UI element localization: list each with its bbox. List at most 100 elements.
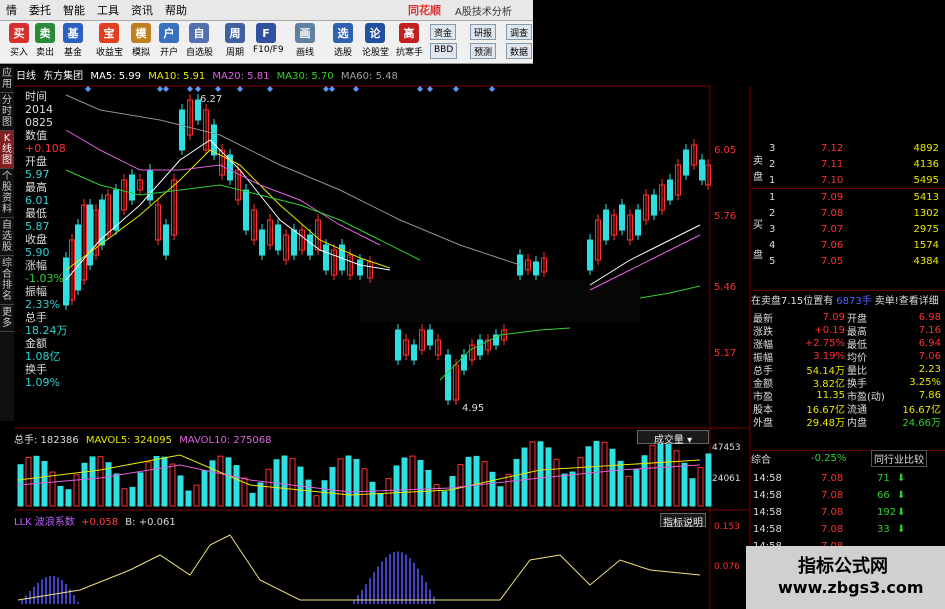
candlestick <box>275 224 281 251</box>
left-nav: 应用分时图K线图个股资料自选股综合排名更多 <box>0 66 14 421</box>
toolbar-button[interactable]: 自自选股 <box>186 23 213 58</box>
arrow-down-icon: ⬇ <box>897 490 906 501</box>
candlestick <box>445 354 451 401</box>
toolbar-button[interactable]: 模模拟 <box>128 23 154 58</box>
toolbar-button[interactable]: F F10/F9 <box>253 23 284 55</box>
volume-bar <box>201 470 208 507</box>
menu-item[interactable]: 帮助 <box>159 2 193 18</box>
arrow-down-icon: ⬇ <box>897 507 906 518</box>
llk-info: LLK 波浪系数 +0.058 B: +0.061 <box>14 513 176 528</box>
nav-tab[interactable]: 综合排名 <box>0 256 14 305</box>
toolbar-button[interactable]: 画画线 <box>292 23 318 58</box>
toolbar-button-label: 卖出 <box>35 48 54 58</box>
volume-bar <box>545 447 552 507</box>
buy-row[interactable]: 2 7.08 1302 <box>751 205 945 221</box>
menu-item[interactable]: 智能 <box>57 2 91 18</box>
signal-marker <box>237 86 243 92</box>
nav-tab-char: 图 <box>2 117 12 128</box>
candlestick <box>603 209 609 241</box>
toolbar-button-label: 收益宝 <box>96 48 124 58</box>
volume-bar <box>553 458 560 507</box>
price: 7.09 <box>821 191 844 203</box>
volume-bar <box>41 460 48 507</box>
volume-bar <box>593 440 600 507</box>
data-value: 1.08亿 <box>25 350 61 363</box>
toolbar-menu[interactable]: 研报 <box>470 24 497 40</box>
data-label: 总手 <box>25 311 47 324</box>
nav-tab[interactable]: 分时图 <box>0 93 14 131</box>
menu-item[interactable]: 委托 <box>23 2 57 18</box>
nav-tab-char: 图 <box>2 155 12 166</box>
volume-bar <box>209 460 216 507</box>
toolbar-menu[interactable]: 资金 <box>430 24 457 40</box>
nav-tab[interactable]: 自选股 <box>0 218 14 256</box>
trade-row: 14:58 7.08 33 ⬇ <box>751 521 945 538</box>
sell-row[interactable]: 3 7.12 4892 <box>751 140 945 156</box>
nav-tab-char: 更 <box>2 307 12 318</box>
candlestick <box>137 179 143 191</box>
volume-bar <box>289 458 296 507</box>
period-label[interactable]: 日线 <box>16 71 36 82</box>
toolbar-button[interactable]: 选选股 <box>330 23 356 58</box>
volume-bar <box>649 445 656 507</box>
toolbar-button[interactable]: 周周期 <box>222 23 248 58</box>
toolbar-menu[interactable]: 数据 <box>506 43 533 59</box>
indicator-dropdown[interactable]: 成交量 ▾ <box>637 430 709 446</box>
toolbar-button[interactable]: 宝收益宝 <box>96 23 124 58</box>
big-order-link[interactable]: 卖单!查看详细 <box>875 292 939 307</box>
volume-bar <box>153 455 160 507</box>
treasure-icon: 宝 <box>99 23 119 43</box>
trade-volume: 66 <box>877 490 890 501</box>
ma60-label: MA60: 5.48 <box>340 71 398 82</box>
toolbar-button[interactable]: 买买入 <box>6 23 32 58</box>
volume-bar <box>609 448 616 507</box>
candlestick <box>635 209 641 236</box>
volume-bar <box>497 486 504 507</box>
candlestick <box>339 244 345 271</box>
menu-item[interactable]: 资讯 <box>125 2 159 18</box>
sell-row[interactable]: 2 7.11 4136 <box>751 156 945 172</box>
toolbar-menu[interactable]: 调查 <box>506 24 533 40</box>
toolbar-button[interactable]: 论论股堂 <box>362 23 389 58</box>
toolbar-button[interactable]: 卖卖出 <box>32 23 58 58</box>
toolbar-button[interactable]: 基基金 <box>60 23 86 58</box>
candlestick <box>395 329 401 361</box>
toolbar-button[interactable]: 高抗寒手 <box>396 23 424 58</box>
buy-row[interactable]: 4 7.06 1574 <box>751 237 945 253</box>
composite-label[interactable]: 综合 <box>751 451 811 466</box>
buy-row[interactable]: 5 7.05 4384 <box>751 253 945 269</box>
nav-tab[interactable]: 个股资料 <box>0 169 14 218</box>
toolbar-menu[interactable]: BBD <box>430 43 458 59</box>
price: 7.11 <box>821 158 844 170</box>
toolbar-button-label: 抗寒手 <box>396 48 424 58</box>
buy-row[interactable]: 1 7.09 5413 <box>751 189 945 205</box>
ma60-line <box>65 94 521 266</box>
candlestick <box>211 124 217 156</box>
compare-button[interactable]: 同行业比较 <box>871 450 927 467</box>
level: 5 <box>769 255 776 267</box>
indicator-help-button[interactable]: 指标说明 <box>660 513 706 529</box>
volume-total: 总手: 182386 <box>14 435 79 446</box>
sell-row[interactable]: 1 7.10 5495 <box>751 172 945 188</box>
toolbar-menu[interactable]: 预测 <box>470 43 497 59</box>
candlestick <box>69 239 75 301</box>
nav-tab[interactable]: 应用 <box>0 66 14 93</box>
candlestick <box>203 109 209 151</box>
candlestick <box>367 261 373 279</box>
stock-picker-icon: 选 <box>333 23 353 43</box>
candlestick <box>403 339 409 356</box>
candlestick <box>691 144 697 166</box>
candlestick <box>611 214 617 236</box>
toolbar-button[interactable]: 户开户 <box>156 23 182 58</box>
nav-tab[interactable]: K线图 <box>0 131 14 169</box>
watermark-title: 指标公式网 <box>798 556 888 577</box>
menu-item[interactable]: 工具 <box>91 2 125 18</box>
menu-item[interactable]: 情 <box>0 2 23 18</box>
data-value: 18.24万 <box>25 324 68 337</box>
arrow-down-icon: ⬇ <box>897 473 906 484</box>
candlestick <box>347 254 353 276</box>
nav-tab-char: 名 <box>2 291 12 302</box>
ma5-line <box>65 139 391 281</box>
buy-row[interactable]: 3 7.07 2975 <box>751 221 945 237</box>
nav-tab[interactable]: 更多 <box>0 305 14 332</box>
